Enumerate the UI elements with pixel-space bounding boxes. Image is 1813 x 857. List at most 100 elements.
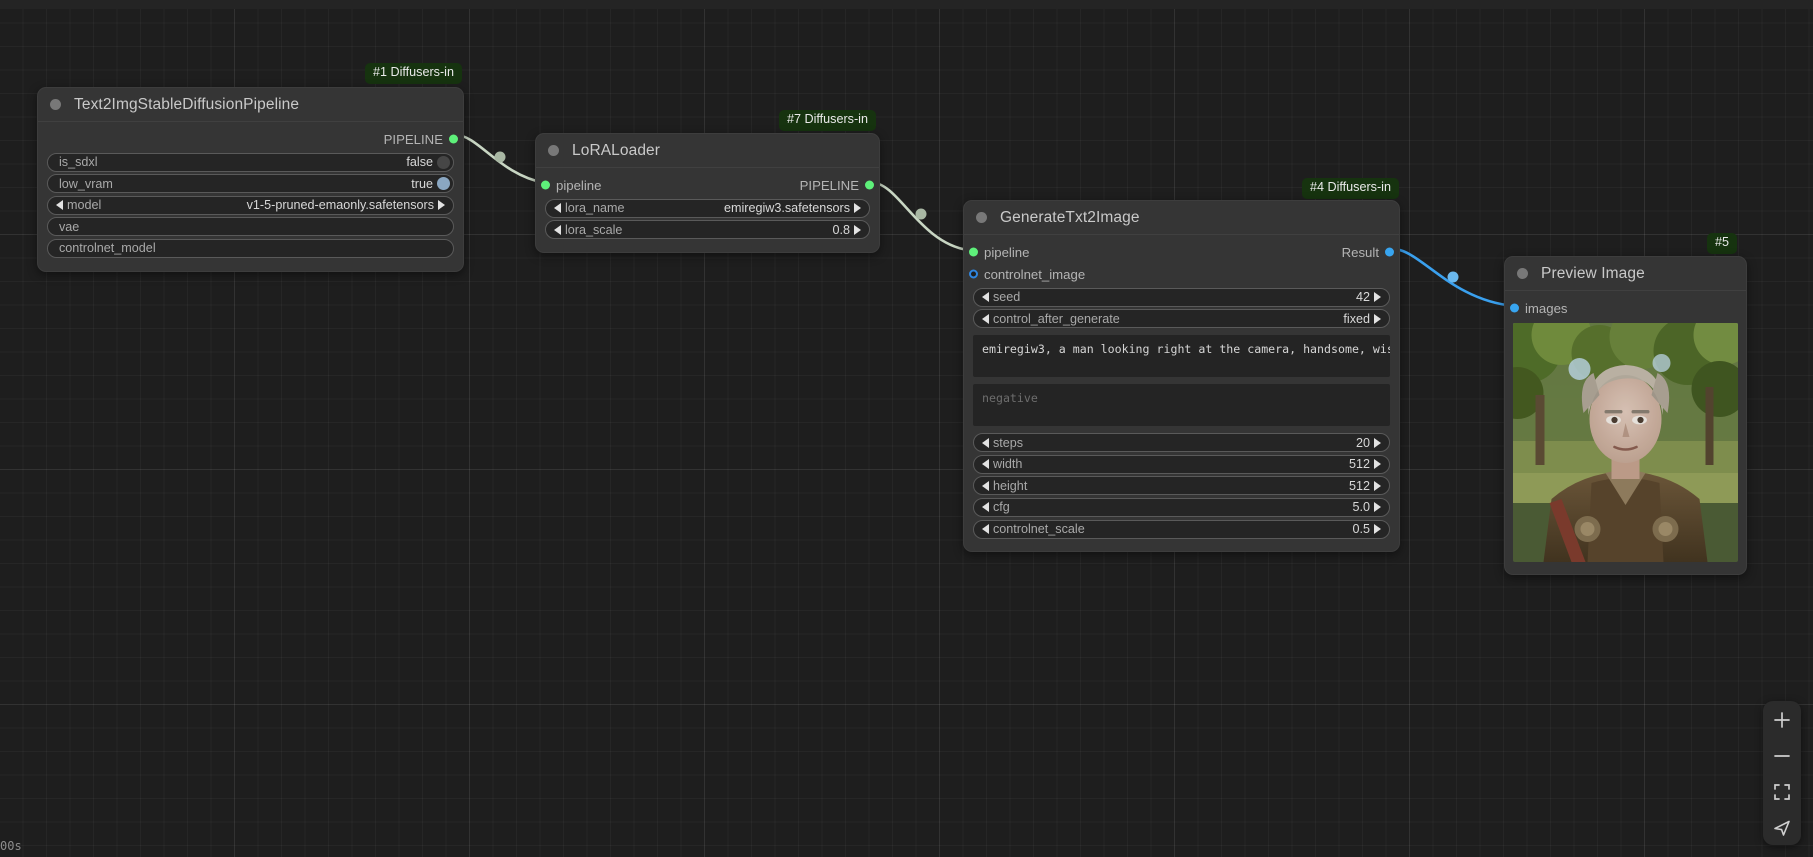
- widget-label: width: [993, 457, 1023, 472]
- node-body: images: [1505, 291, 1746, 574]
- widget-cfg[interactable]: cfg 5.0: [973, 497, 1390, 517]
- arrow-right-icon[interactable]: [854, 203, 861, 214]
- widget-vae[interactable]: vae: [47, 217, 454, 237]
- arrow-right-icon[interactable]: [1374, 459, 1381, 470]
- node-title-bar[interactable]: Preview Image: [1505, 257, 1746, 291]
- node-body: pipeline PIPELINE lora_name emiregiw3.sa…: [536, 168, 879, 252]
- input-socket-images[interactable]: images: [1505, 297, 1746, 319]
- node-body: pipeline Result controlnet_image seed 42…: [964, 235, 1399, 551]
- input-socket-controlnet-image[interactable]: controlnet_image: [964, 263, 1399, 285]
- widget-lora-scale[interactable]: lora_scale 0.8: [545, 220, 870, 240]
- graph-canvas[interactable]: #1 Diffusers-in Text2ImgStableDiffusionP…: [0, 0, 1813, 857]
- arrow-right-icon[interactable]: [1374, 480, 1381, 491]
- widget-label: height: [993, 478, 1028, 493]
- output-socket-label: PIPELINE: [383, 131, 443, 147]
- widget-is-sdxl[interactable]: is_sdxl false: [47, 152, 454, 172]
- output-socket-label: Result: [1341, 244, 1379, 260]
- arrow-left-icon[interactable]: [982, 480, 989, 491]
- widget-value: emiregiw3.safetensors: [724, 201, 850, 216]
- node-lora-loader[interactable]: LoRALoader pipeline PIPELINE lora_name e…: [535, 133, 880, 253]
- arrow-left-icon[interactable]: [982, 292, 989, 303]
- widget-value: 0.8: [832, 222, 850, 237]
- socket-dot-green-icon[interactable]: [969, 247, 978, 257]
- collapse-dot-icon[interactable]: [50, 99, 61, 110]
- widget-label: model: [67, 198, 102, 213]
- zoom-in-icon[interactable]: [1771, 709, 1793, 731]
- widget-label: steps: [993, 435, 1024, 450]
- widget-seed[interactable]: seed 42: [973, 287, 1390, 307]
- canvas-controls[interactable]: [1763, 701, 1801, 845]
- node-title-bar[interactable]: LoRALoader: [536, 134, 879, 168]
- io-row-pipeline[interactable]: pipeline PIPELINE: [536, 174, 879, 196]
- output-socket-pipeline[interactable]: PIPELINE: [38, 128, 463, 150]
- widget-steps[interactable]: steps 20: [973, 433, 1390, 453]
- socket-dot-blue-icon[interactable]: [1510, 303, 1519, 313]
- input-socket-label: images: [1525, 300, 1568, 316]
- preview-image-thumbnail[interactable]: [1513, 323, 1738, 562]
- widget-controlnet-scale[interactable]: controlnet_scale 0.5: [973, 519, 1390, 539]
- widget-value: fixed: [1343, 311, 1370, 326]
- node-title-bar[interactable]: Text2ImgStableDiffusionPipeline: [38, 88, 463, 122]
- input-socket-label: pipeline: [984, 244, 1030, 260]
- node-preview-image[interactable]: Preview Image images: [1504, 256, 1747, 575]
- arrow-left-icon[interactable]: [56, 200, 63, 211]
- io-row-pipeline-result[interactable]: pipeline Result: [964, 241, 1399, 263]
- arrow-left-icon[interactable]: [982, 459, 989, 470]
- arrow-left-icon[interactable]: [982, 524, 989, 535]
- widget-width[interactable]: width 512: [973, 454, 1390, 474]
- widget-label: cfg: [993, 500, 1010, 515]
- widget-label: controlnet_scale: [993, 522, 1085, 537]
- zoom-out-icon[interactable]: [1771, 745, 1793, 767]
- widget-value: true: [411, 176, 433, 191]
- render-timer: 00s: [0, 839, 22, 853]
- node-body: PIPELINE is_sdxl false low_vram true mod…: [38, 122, 463, 271]
- node-badge-n7: #7 Diffusers-in: [779, 110, 876, 131]
- prompt-textarea[interactable]: emiregiw3, a man looking right at the ca…: [973, 335, 1390, 378]
- widget-label: lora_name: [565, 201, 625, 216]
- widget-low-vram[interactable]: low_vram true: [47, 174, 454, 194]
- arrow-right-icon[interactable]: [1374, 437, 1381, 448]
- widget-lora-name[interactable]: lora_name emiregiw3.safetensors: [545, 198, 870, 218]
- node-title-bar[interactable]: GenerateTxt2Image: [964, 201, 1399, 235]
- negative-prompt-textarea[interactable]: negative: [973, 384, 1390, 427]
- node-generate-txt2image[interactable]: GenerateTxt2Image pipeline Result contro…: [963, 200, 1400, 553]
- arrow-left-icon[interactable]: [982, 437, 989, 448]
- pointer-icon[interactable]: [1771, 817, 1793, 839]
- widget-height[interactable]: height 512: [973, 476, 1390, 496]
- widget-label: control_after_generate: [993, 311, 1120, 326]
- arrow-right-icon[interactable]: [1374, 313, 1381, 324]
- widget-value: 5.0: [1352, 500, 1370, 515]
- arrow-left-icon[interactable]: [554, 224, 561, 235]
- arrow-right-icon[interactable]: [1374, 502, 1381, 513]
- collapse-dot-icon[interactable]: [1517, 268, 1528, 279]
- toggle-off-icon[interactable]: [437, 155, 450, 169]
- widget-label: low_vram: [59, 176, 113, 191]
- node-text2img-pipeline[interactable]: Text2ImgStableDiffusionPipeline PIPELINE…: [37, 87, 464, 272]
- arrow-right-icon[interactable]: [1374, 292, 1381, 303]
- arrow-left-icon[interactable]: [982, 502, 989, 513]
- widget-control-after-generate[interactable]: control_after_generate fixed: [973, 309, 1390, 329]
- top-bar: [0, 0, 1813, 9]
- socket-dot-green-icon[interactable]: [541, 180, 550, 190]
- arrow-left-icon[interactable]: [982, 313, 989, 324]
- socket-dot-green-icon[interactable]: [449, 134, 458, 144]
- socket-dot-green-icon[interactable]: [865, 180, 874, 190]
- fit-view-icon[interactable]: [1771, 781, 1793, 803]
- socket-dot-blue-icon[interactable]: [1385, 247, 1394, 257]
- arrow-left-icon[interactable]: [554, 203, 561, 214]
- socket-dot-blue-hollow-icon[interactable]: [969, 269, 978, 279]
- node-badge-n5: #5: [1707, 233, 1738, 254]
- arrow-right-icon[interactable]: [854, 224, 861, 235]
- collapse-dot-icon[interactable]: [548, 145, 559, 156]
- toggle-on-icon[interactable]: [437, 177, 450, 191]
- arrow-right-icon[interactable]: [438, 200, 445, 211]
- widget-controlnet-model[interactable]: controlnet_model: [47, 238, 454, 258]
- widget-label: controlnet_model: [59, 241, 156, 256]
- node-title-label: GenerateTxt2Image: [1000, 208, 1140, 226]
- widget-model[interactable]: model v1-5-pruned-emaonly.safetensors: [47, 195, 454, 215]
- input-socket-label: pipeline: [556, 177, 602, 193]
- widget-value: 20: [1355, 435, 1370, 450]
- collapse-dot-icon[interactable]: [976, 212, 987, 223]
- node-badge-n1: #1 Diffusers-in: [365, 63, 462, 84]
- arrow-right-icon[interactable]: [1374, 524, 1381, 535]
